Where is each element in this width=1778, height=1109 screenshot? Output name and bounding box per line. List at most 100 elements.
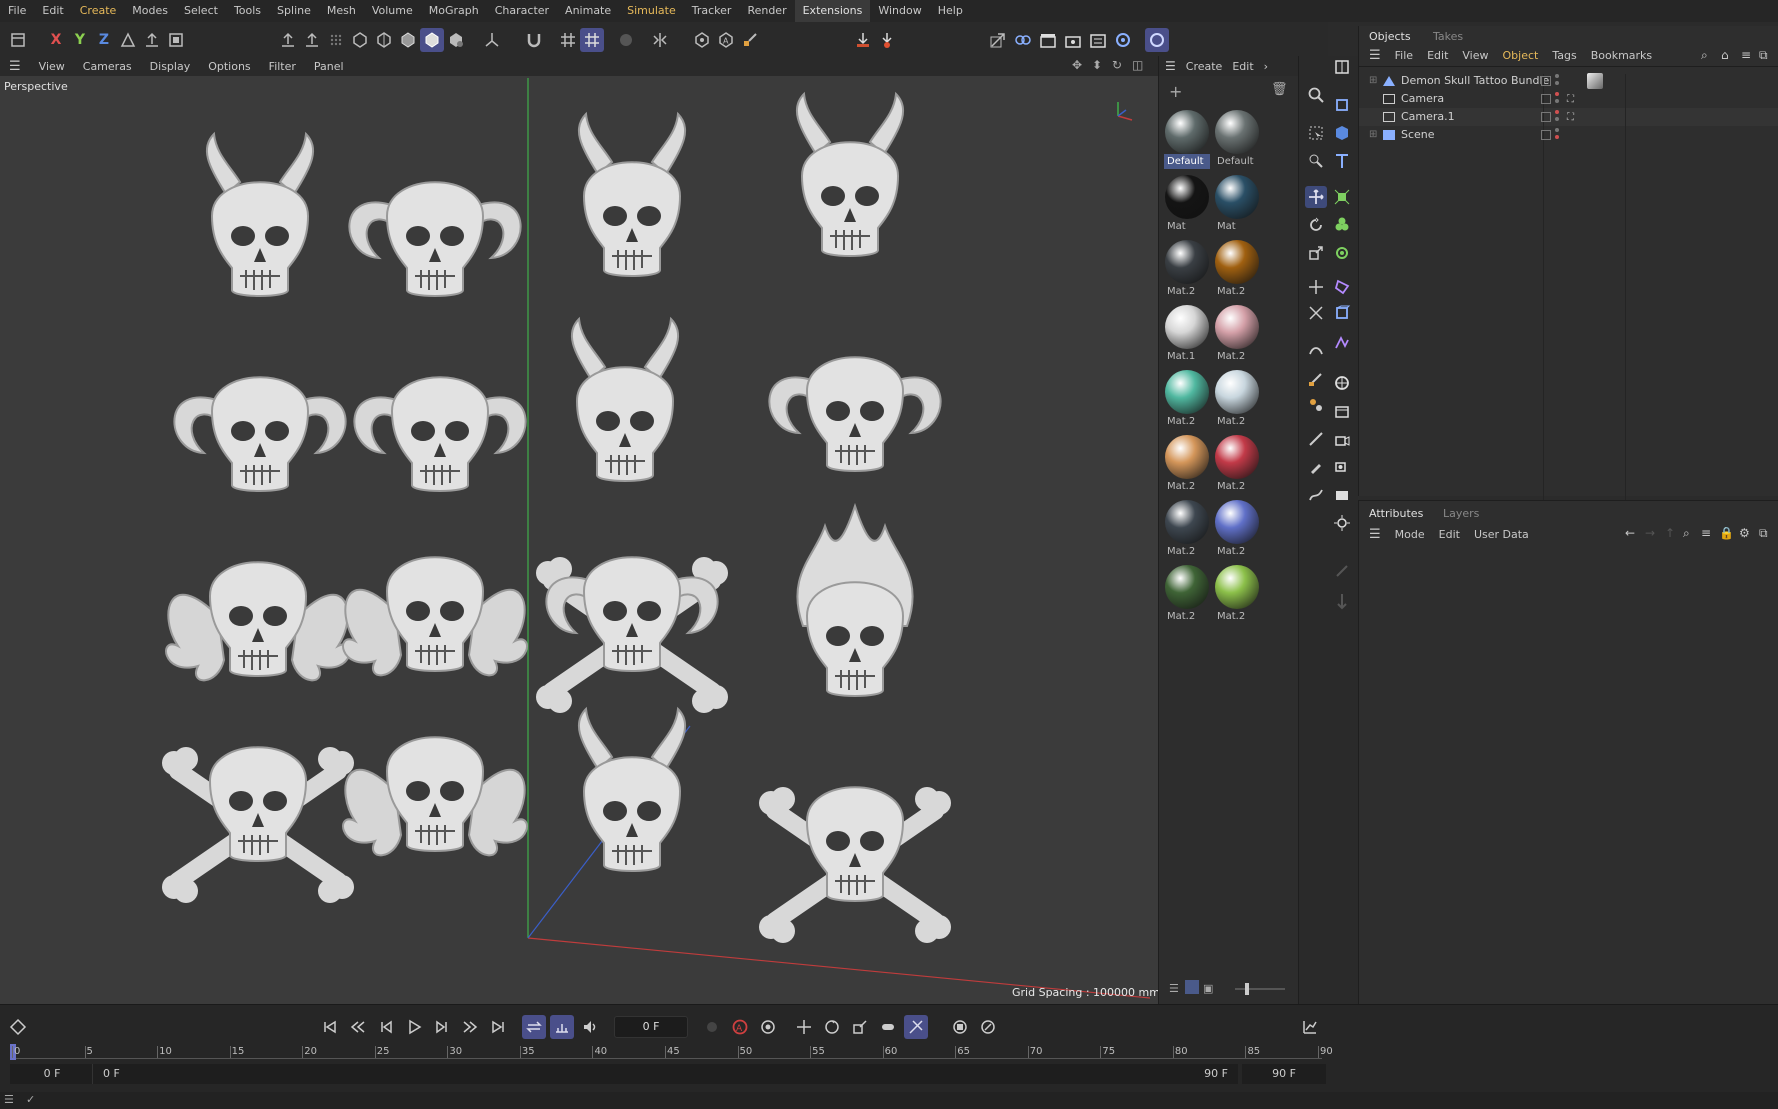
light-icon[interactable]	[1331, 512, 1353, 534]
rotate-tool-icon[interactable]	[1305, 214, 1327, 236]
record-disabled-icon[interactable]	[700, 1015, 724, 1039]
render-queue-icon[interactable]	[1086, 28, 1110, 52]
menu-simulate[interactable]: Simulate	[619, 0, 684, 22]
material-swatch[interactable]: Mat	[1214, 173, 1260, 237]
material-menu-create[interactable]: Create	[1186, 60, 1223, 73]
menu-spline[interactable]: Spline	[269, 0, 319, 22]
enable-checkbox[interactable]	[1541, 94, 1551, 104]
up-arrow-icon[interactable]: ↑	[1665, 526, 1675, 540]
trash-icon[interactable]: 🗑	[1271, 82, 1288, 97]
menu-mograph[interactable]: MoGraph	[421, 0, 487, 22]
chevron-right-icon[interactable]: ›	[1264, 60, 1268, 73]
material-swatch[interactable]: Mat.2	[1214, 433, 1260, 497]
knife-icon[interactable]	[1305, 428, 1327, 450]
key-param-icon[interactable]	[876, 1015, 900, 1039]
points-mode-icon[interactable]	[348, 28, 372, 52]
menu-file[interactable]: File	[0, 0, 34, 22]
expand-icon[interactable]: ⊞	[1369, 72, 1379, 90]
menu-mesh[interactable]: Mesh	[319, 0, 364, 22]
object-row-bundle[interactable]: ⊞ Demon Skull Tattoo Bundle	[1359, 72, 1659, 92]
attributes-menu-user-data[interactable]: User Data	[1474, 528, 1529, 541]
lock-z-axis-button[interactable]: Z	[92, 28, 116, 52]
menu-volume[interactable]: Volume	[364, 0, 421, 22]
attributes-hamburger-icon[interactable]: ☰	[1369, 527, 1381, 542]
bend-icon[interactable]	[1305, 340, 1327, 362]
attributes-search-icon[interactable]: ⌕	[1683, 526, 1690, 541]
material-swatch[interactable]: Mat.2	[1164, 498, 1210, 562]
brush-icon[interactable]	[1305, 368, 1327, 390]
target-camera-icon[interactable]	[1331, 456, 1353, 478]
lock-circle-icon[interactable]	[614, 28, 638, 52]
zoom-slider[interactable]	[1235, 983, 1285, 995]
next-key-icon[interactable]	[458, 1015, 482, 1039]
tab-layers[interactable]: Layers	[1443, 507, 1479, 520]
enable-checkbox[interactable]	[1541, 76, 1551, 86]
symmetry-icon[interactable]	[648, 28, 672, 52]
material-swatch[interactable]: Default	[1214, 108, 1260, 172]
polygons-mode-icon[interactable]	[396, 28, 420, 52]
key-scale-icon[interactable]	[848, 1015, 872, 1039]
interactive-render-icon[interactable]	[1145, 28, 1169, 52]
viewport-hamburger-icon[interactable]: ☰	[0, 59, 30, 74]
transform-icon[interactable]	[1305, 276, 1327, 298]
edges-mode-icon[interactable]	[372, 28, 396, 52]
tab-objects[interactable]: Objects	[1369, 30, 1411, 43]
coordinate-system-icon[interactable]	[116, 28, 140, 52]
axis-tool-icon[interactable]	[480, 28, 504, 52]
object-row-scene[interactable]: ⊞ Scene	[1359, 126, 1659, 146]
objects-menu-tags[interactable]: Tags	[1552, 49, 1576, 62]
uv-mode-icon[interactable]	[444, 28, 468, 52]
play-icon[interactable]	[402, 1015, 426, 1039]
environment-icon[interactable]	[1331, 372, 1353, 394]
live-select-icon[interactable]	[1305, 150, 1327, 172]
viewport-move-icon[interactable]: ⬍	[1092, 58, 1102, 72]
object-mode-icon[interactable]	[420, 28, 444, 52]
material-hamburger-icon[interactable]: ☰	[1165, 59, 1176, 73]
objects-menu-file[interactable]: File	[1395, 49, 1413, 62]
viewport-menu-panel[interactable]: Panel	[305, 60, 353, 73]
material-swatch[interactable]: Mat.2	[1214, 238, 1260, 302]
expand-icon[interactable]: ⊞	[1369, 126, 1379, 144]
tab-attributes[interactable]: Attributes	[1369, 507, 1423, 520]
viewport-menu-filter[interactable]: Filter	[260, 60, 305, 73]
visibility-dot[interactable]	[1555, 74, 1559, 78]
material-swatch[interactable]: Default	[1164, 108, 1210, 172]
objects-menu-view[interactable]: View	[1462, 49, 1488, 62]
menu-select[interactable]: Select	[176, 0, 226, 22]
lock-x-axis-button[interactable]: X	[44, 28, 68, 52]
render-settings-icon[interactable]	[1061, 28, 1085, 52]
move-tool-icon[interactable]	[1305, 186, 1327, 208]
key-pla-icon[interactable]	[904, 1015, 928, 1039]
attributes-new-window-icon[interactable]: ⧉	[1759, 526, 1768, 541]
next-frame-icon[interactable]	[430, 1015, 454, 1039]
material-swatch[interactable]: Mat.2	[1214, 303, 1260, 367]
auto-key-icon[interactable]: A	[714, 28, 738, 52]
previous-key-icon[interactable]	[346, 1015, 370, 1039]
key-position-icon[interactable]	[792, 1015, 816, 1039]
cube-outline-icon[interactable]	[1331, 94, 1353, 116]
material-swatch[interactable]: Mat.2	[1164, 563, 1210, 627]
external-link-icon[interactable]	[986, 28, 1010, 52]
menu-create[interactable]: Create	[72, 0, 125, 22]
end-frame-field[interactable]: 90 F	[1242, 1064, 1326, 1084]
material-swatch[interactable]: Mat.2	[1164, 238, 1210, 302]
go-to-start-icon[interactable]	[318, 1015, 342, 1039]
f-curve-icon[interactable]	[1298, 1015, 1322, 1039]
viewport-menu-display[interactable]: Display	[141, 60, 200, 73]
generator-icon[interactable]	[1331, 186, 1353, 208]
autokey-icon[interactable]: A	[728, 1015, 752, 1039]
paint-tool-icon[interactable]	[1305, 394, 1327, 416]
model-mode-icon[interactable]	[276, 28, 300, 52]
menu-window[interactable]: Window	[870, 0, 929, 22]
selection-icon[interactable]	[1305, 122, 1327, 144]
menu-help[interactable]: Help	[930, 0, 971, 22]
text-icon[interactable]	[1331, 150, 1353, 172]
menu-edit[interactable]: Edit	[34, 0, 71, 22]
attributes-menu-edit[interactable]: Edit	[1439, 528, 1460, 541]
menu-extensions[interactable]: Extensions	[794, 0, 871, 22]
viewport-maximize-icon[interactable]: ◫	[1132, 58, 1143, 72]
visibility-dot[interactable]	[1555, 99, 1559, 103]
motion-system-icon[interactable]	[948, 1015, 972, 1039]
material-swatch[interactable]: Mat.2	[1214, 498, 1260, 562]
enable-checkbox[interactable]	[1541, 112, 1551, 122]
